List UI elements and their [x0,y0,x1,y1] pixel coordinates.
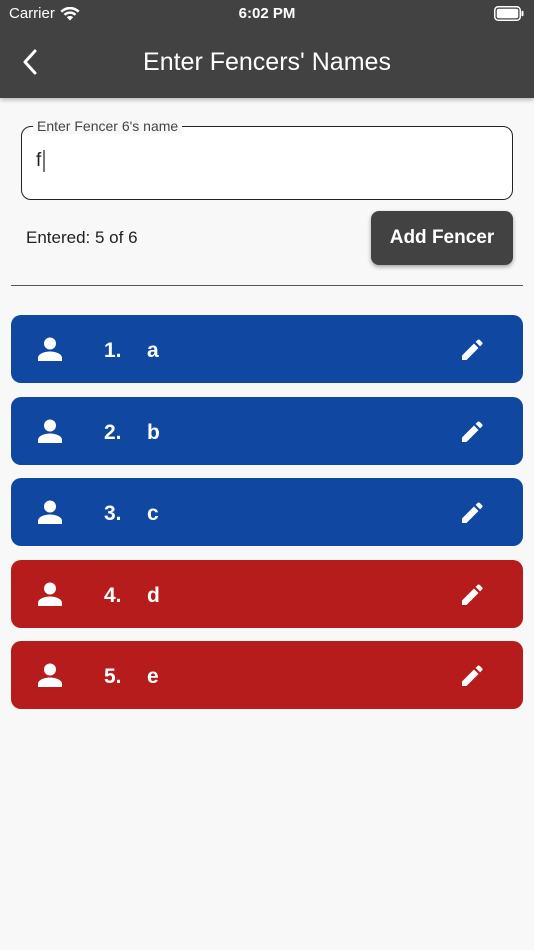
person-icon [38,337,62,361]
person-icon [38,500,62,524]
status-time: 6:02 PM [238,5,296,22]
pencil-icon [462,665,483,686]
entered-count: Entered: 5 of 6 [26,228,138,247]
edit-button[interactable] [459,582,485,608]
nav-bar: Enter Fencers' Names [0,28,534,98]
fencer-number: 1. [104,339,122,362]
fencer-name-value[interactable]: f [36,150,41,172]
fencer-row-2[interactable]: 2. b [11,396,523,465]
fencer-number: 5. [104,665,122,688]
pencil-icon [462,502,483,523]
fencer-list: 1. a 2. b 3. c 4. d 5. e [11,315,523,723]
fencer-row-5[interactable]: 5. e [11,641,523,709]
status-bar: Carrier 6:02 PM [0,0,534,28]
fencer-name: d [147,583,160,607]
text-caret [43,150,46,172]
fencer-row-3[interactable]: 3. c [11,478,523,546]
fencer-row-4[interactable]: 4. d [11,559,523,628]
edit-button[interactable] [459,500,485,526]
fencer-number: 4. [104,583,122,607]
fencer-row-1[interactable]: 1. a [11,315,523,383]
fencer-name: a [147,339,159,362]
fencer-name-value-wrap[interactable]: f [36,150,46,172]
edit-button[interactable] [459,663,485,689]
edit-button[interactable] [459,419,485,445]
fencer-name-label: Enter Fencer 6's name [33,118,183,134]
app-bar: Carrier 6:02 PM Enter Fencers' Names [0,0,534,98]
person-icon [38,582,62,606]
divider [11,285,523,286]
fencer-number: 3. [104,502,122,525]
person-icon [38,419,62,443]
battery-icon [494,6,524,21]
fencer-name: e [147,665,159,688]
fencer-name: b [147,420,160,444]
person-icon [38,663,62,687]
pencil-icon [462,583,483,605]
fencer-name-input[interactable]: Enter Fencer 6's name f [21,118,513,200]
pencil-icon [462,420,483,442]
fencer-number: 2. [104,420,122,444]
page-title: Enter Fencers' Names [143,48,391,76]
pencil-icon [462,339,483,360]
add-fencer-button[interactable]: Add Fencer [371,211,513,265]
edit-button[interactable] [459,337,485,363]
fencer-name: c [147,502,159,525]
